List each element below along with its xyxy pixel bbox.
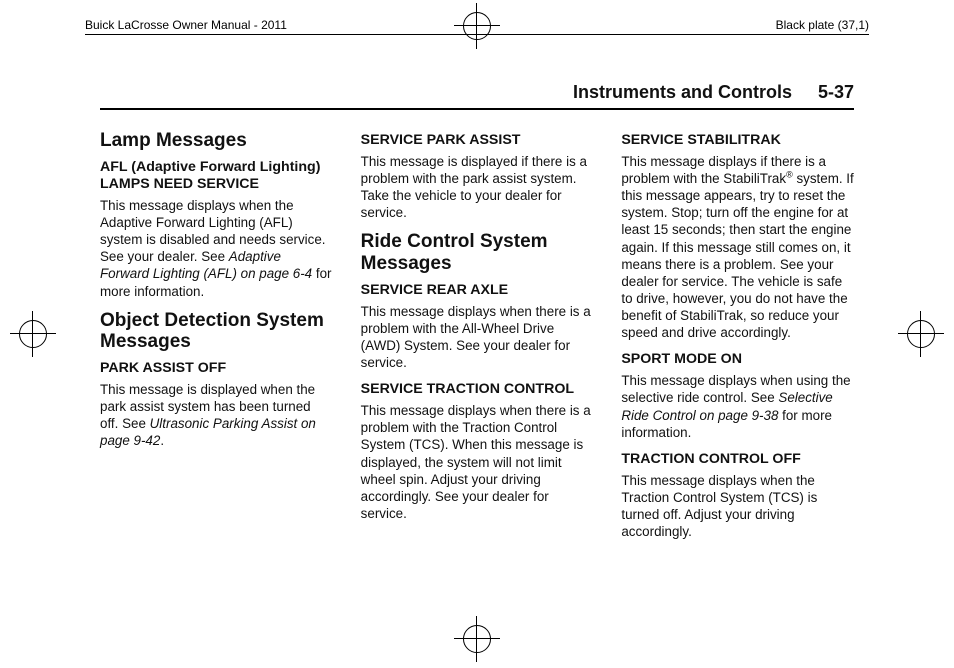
message-heading-service-stabilitrak: SERVICE STABILITRAK [621, 132, 854, 149]
section-heading-lamp-messages: Lamp Messages [100, 130, 333, 151]
message-body-afl-lamps: This message displays when the Adaptive … [100, 197, 333, 300]
chapter-header: Instruments and Controls 5-37 [100, 82, 854, 108]
section-heading-object-detection: Object Detection System Messages [100, 310, 333, 353]
registration-mark-left-icon [10, 311, 56, 357]
message-heading-service-traction-control: SERVICE TRACTION CONTROL [361, 381, 594, 398]
message-heading-park-assist-off: PARK ASSIST OFF [100, 360, 333, 377]
message-body-service-traction-control: This message displays when there is a pr… [361, 402, 594, 522]
text-fragment: . [160, 433, 164, 448]
registration-mark-right-icon [898, 311, 944, 357]
message-body-sport-mode-on: This message displays when using the sel… [621, 372, 854, 441]
top-meta-underline [85, 34, 869, 35]
message-heading-sport-mode-on: SPORT MODE ON [621, 351, 854, 368]
plate-label: Black plate (37,1) [776, 18, 869, 32]
message-body-service-rear-axle: This message displays when there is a pr… [361, 303, 594, 372]
column-2: SERVICE PARK ASSIST This message is disp… [361, 124, 594, 550]
column-3: SERVICE STABILITRAK This message display… [621, 124, 854, 550]
text-fragment: system. If this message appears, try to … [621, 171, 853, 340]
top-meta-row: Buick LaCrosse Owner Manual - 2011 Black… [85, 18, 869, 32]
message-heading-service-rear-axle: SERVICE REAR AXLE [361, 282, 594, 299]
registered-trademark-icon: ® [786, 169, 793, 179]
message-body-traction-control-off: This message displays when the Traction … [621, 472, 854, 541]
message-heading-traction-control-off: TRACTION CONTROL OFF [621, 451, 854, 468]
manual-title: Buick LaCrosse Owner Manual - 2011 [85, 18, 287, 32]
page-number: 5-37 [818, 82, 854, 103]
message-body-service-stabilitrak: This message displays if there is a prob… [621, 153, 854, 342]
header-rule [100, 108, 854, 110]
section-heading-ride-control: Ride Control System Messages [361, 231, 594, 274]
page: Buick LaCrosse Owner Manual - 2011 Black… [0, 0, 954, 668]
message-heading-afl-lamps: AFL (Adaptive Forward Lighting) LAMPS NE… [100, 159, 333, 193]
column-1: Lamp Messages AFL (Adaptive Forward Ligh… [100, 124, 333, 550]
chapter-title: Instruments and Controls [573, 82, 792, 103]
message-body-service-park-assist: This message is displayed if there is a … [361, 153, 594, 222]
message-body-park-assist-off: This message is displayed when the park … [100, 381, 333, 450]
message-heading-service-park-assist: SERVICE PARK ASSIST [361, 132, 594, 149]
registration-mark-bottom-icon [454, 616, 500, 662]
body-columns: Lamp Messages AFL (Adaptive Forward Ligh… [100, 124, 854, 550]
text-fragment: This message displays when the Adaptive … [100, 198, 326, 264]
